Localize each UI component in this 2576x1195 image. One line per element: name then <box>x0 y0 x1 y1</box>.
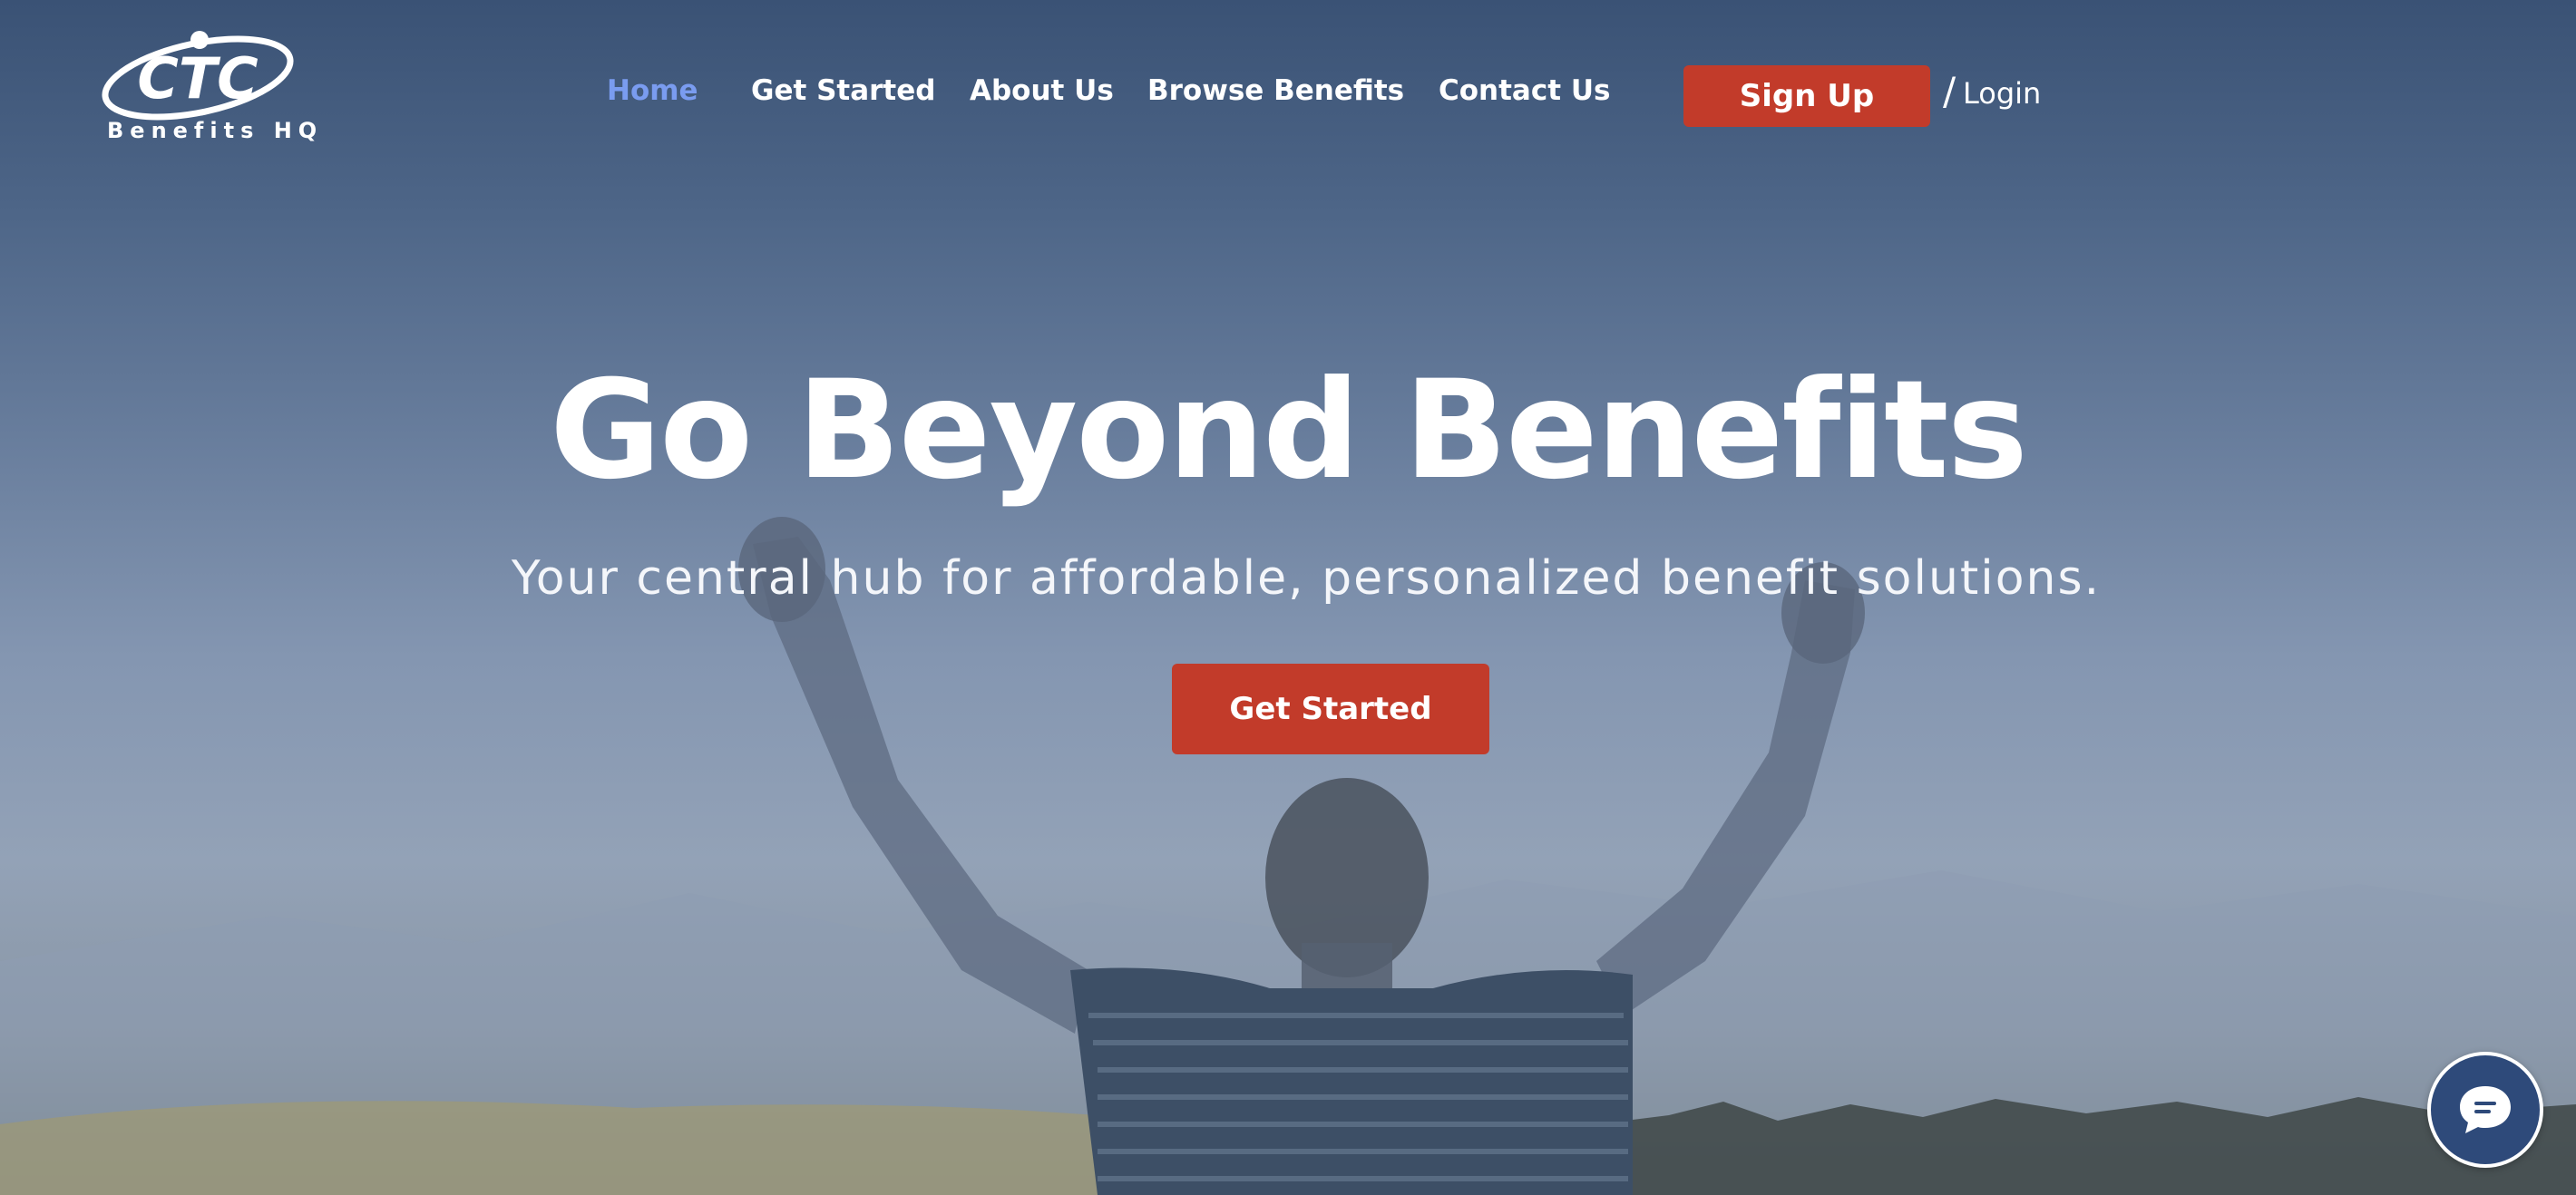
hero-headline: Go Beyond Benefits <box>550 352 2028 510</box>
logo-mark-text: CTC <box>137 45 258 112</box>
ctc-logo-icon: CTC <box>102 31 294 121</box>
nav-contact-us[interactable]: Contact Us <box>1439 74 1610 107</box>
chat-bubble-icon <box>2460 1086 2511 1133</box>
sign-up-button[interactable]: Sign Up <box>1683 65 1930 127</box>
nav-about-us[interactable]: About Us <box>970 74 1114 107</box>
chat-button[interactable] <box>2427 1052 2543 1168</box>
login-separator: / <box>1943 69 1956 113</box>
logo-subtitle: Benefits HQ <box>107 118 324 143</box>
nav-browse-benefits[interactable]: Browse Benefits <box>1147 74 1404 107</box>
site-logo[interactable]: CTC Benefits HQ <box>98 27 317 150</box>
nav-home[interactable]: Home <box>607 74 698 107</box>
nav-get-started[interactable]: Get Started <box>751 74 935 107</box>
login-link[interactable]: Login <box>1963 76 2041 111</box>
get-started-button[interactable]: Get Started <box>1172 664 1489 754</box>
hero-subheadline: Your central hub for affordable, persona… <box>511 551 2102 606</box>
